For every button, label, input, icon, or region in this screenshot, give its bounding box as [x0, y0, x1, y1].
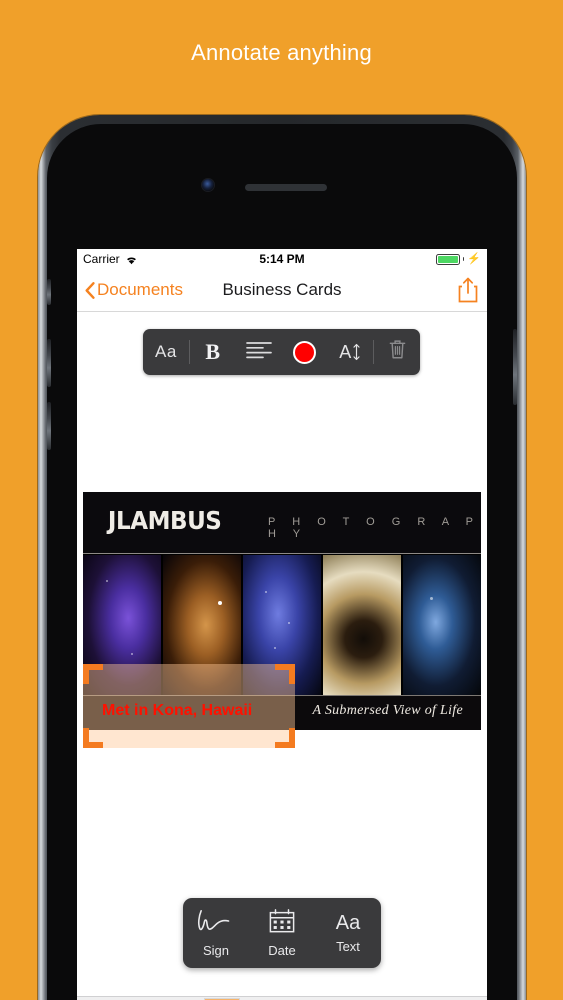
text-annotation-selection[interactable]: Met in Kona, Hawaii [83, 664, 295, 748]
bold-button-label: B [205, 339, 221, 364]
text-size-letter: A [339, 341, 352, 362]
device-top-bezel [47, 124, 517, 240]
back-button-label: Documents [97, 280, 183, 299]
selection-handle-top-right[interactable] [275, 664, 295, 684]
photo-strip-blue-jellyfish [403, 555, 481, 695]
power-button[interactable] [513, 329, 517, 405]
font-button-label: Aa [155, 342, 177, 361]
status-bar-right: ⚡ [435, 252, 481, 265]
date-tool-button[interactable]: Date [249, 908, 315, 958]
calendar-icon [268, 908, 296, 939]
text-tool-label: Text [336, 939, 360, 954]
bold-button[interactable]: B [190, 329, 236, 375]
status-bar: Carrier 5:14 PM ⚡ [77, 249, 487, 269]
sign-tool-label: Sign [202, 943, 230, 958]
sign-tool-button[interactable]: Sign [183, 908, 249, 958]
text-size-button[interactable]: A [327, 329, 373, 375]
card-tagline: A Submersed View of Life [312, 703, 463, 718]
battery-icon [435, 253, 460, 265]
iphone-device-frame: Carrier 5:14 PM ⚡ Documents Business Car… [38, 115, 526, 1000]
battery-tip [462, 257, 465, 261]
annotation-text[interactable]: Met in Kona, Hawaii [102, 702, 252, 720]
trash-icon [388, 339, 407, 365]
share-icon[interactable] [457, 277, 479, 303]
chevron-left-icon [85, 281, 95, 299]
text-tool-button[interactable]: Aa Text [315, 912, 381, 954]
page-thumbnail-strip[interactable] [77, 996, 487, 1000]
back-button[interactable]: Documents [85, 280, 183, 300]
annotation-toolbar: Aa B A [143, 329, 420, 375]
document-canvas[interactable]: Aa B A JLAMBUS P H O T O G R A P H Y A S… [77, 312, 487, 996]
selection-handle-bottom-right[interactable] [275, 728, 295, 748]
card-category-label: P H O T O G R A P H Y [268, 516, 480, 540]
color-swatch-icon [292, 340, 316, 364]
selection-handle-bottom-left[interactable] [83, 728, 103, 748]
device-inner-bezel: Carrier 5:14 PM ⚡ Documents Business Car… [47, 124, 517, 1000]
text-aa-icon: Aa [335, 912, 361, 934]
volume-up-button[interactable] [47, 339, 51, 387]
status-bar-time: 5:14 PM [259, 252, 305, 266]
front-camera-icon [202, 179, 214, 191]
text-size-icon: A [339, 342, 361, 363]
delete-button[interactable] [374, 329, 420, 375]
date-tool-label: Date [268, 943, 296, 958]
charging-bolt-icon: ⚡ [467, 252, 481, 265]
selection-handle-top-left[interactable] [83, 664, 103, 684]
earpiece-speaker [245, 184, 327, 191]
signature-icon [194, 908, 238, 939]
color-button[interactable] [281, 329, 327, 375]
volume-down-button[interactable] [47, 402, 51, 450]
align-button[interactable] [236, 329, 282, 375]
navigation-bar: Documents Business Cards [77, 269, 487, 312]
page-title: Annotate anything [191, 40, 372, 65]
tool-palette: Sign Date Aa Text [183, 898, 381, 968]
font-button[interactable]: Aa [143, 329, 189, 375]
card-header: JLAMBUS P H O T O G R A P H Y [83, 492, 481, 554]
silence-switch[interactable] [47, 279, 51, 305]
align-left-icon [245, 341, 272, 364]
phone-screen: Carrier 5:14 PM ⚡ Documents Business Car… [77, 249, 487, 1000]
photo-strip-leopard-eye [323, 555, 401, 695]
card-brand-name: JLAMBUS [107, 506, 222, 535]
